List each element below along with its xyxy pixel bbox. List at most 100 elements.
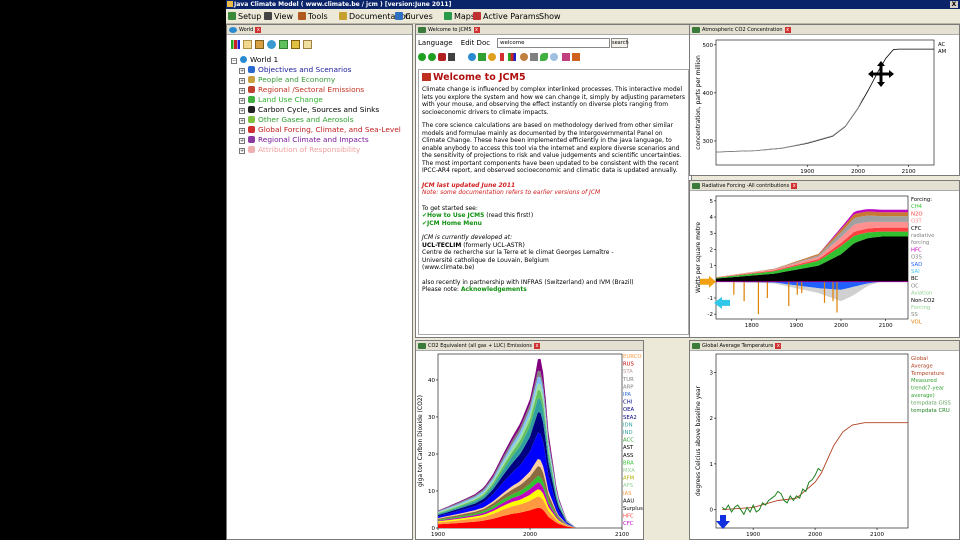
menu-setup[interactable]: Setup	[228, 9, 261, 24]
thermometer-icon[interactable]	[500, 53, 504, 61]
chart-doc-icon[interactable]	[478, 53, 486, 61]
language-menu[interactable]: Language	[418, 39, 453, 47]
expand-toggle[interactable]: +	[239, 78, 245, 84]
search-button[interactable]: search	[611, 38, 629, 48]
doc-panel-tab[interactable]: Welcome to JCM5 x	[416, 25, 691, 35]
co2-panel-tab[interactable]: Atmospheric CO2 Concentration x	[690, 25, 959, 35]
world-panel-tab[interactable]: World x	[227, 25, 412, 35]
legend-entry: Forcing	[911, 305, 930, 311]
tree-item-label: People and Economy	[258, 75, 336, 84]
y-tick-label: 5	[710, 199, 714, 205]
emissions-panel: CO2 Equivalent (all gas + LUC) Emissions…	[415, 340, 644, 540]
back-icon[interactable]	[418, 53, 426, 61]
bar-chart-icon[interactable]	[231, 40, 240, 49]
notes-icon[interactable]	[303, 40, 312, 49]
tree-item[interactable]: + Regional Climate and Impacts	[239, 135, 401, 145]
factory-icon[interactable]	[530, 53, 538, 61]
tree-item[interactable]: + Objectives and Scenarios	[239, 65, 401, 75]
expand-toggle[interactable]: +	[239, 148, 245, 154]
y-tick-label: 0	[710, 508, 714, 514]
radiative-forcing-chart[interactable]: -2-10123451800190020002100Watts per squa…	[690, 192, 960, 338]
x-tick-label: 2000	[808, 532, 822, 538]
expand-toggle[interactable]: +	[239, 88, 245, 94]
tree-item[interactable]: + Land Use Change	[239, 95, 401, 105]
close-icon[interactable]: x	[791, 183, 798, 189]
bar-doc-icon[interactable]	[508, 53, 516, 61]
collapse-toggle[interactable]: −	[231, 58, 237, 64]
forcing-panel-tab[interactable]: Radiative Forcing -All contributions x	[690, 181, 959, 191]
cloud-icon[interactable]	[550, 53, 558, 61]
legend-entry: MXA	[623, 468, 635, 474]
legend-entry: CFC	[623, 521, 634, 527]
tree-item[interactable]: + Carbon Cycle, Sources and Sinks	[239, 105, 401, 115]
stop-icon[interactable]	[438, 53, 446, 61]
globe-doc-icon[interactable]	[468, 53, 476, 61]
developer-line-3: Université catholique de Louvain, Belgiu…	[422, 256, 549, 264]
close-icon[interactable]: x	[255, 27, 262, 33]
legend-entry: ASS	[623, 453, 634, 459]
legend-entry: AAU	[623, 498, 634, 504]
expand-toggle[interactable]: +	[239, 98, 245, 104]
leaf-icon[interactable]	[540, 53, 548, 61]
expand-toggle[interactable]: +	[239, 138, 245, 144]
menu-tools[interactable]: Tools	[298, 9, 328, 24]
y-axis-label: degrees Celcius above baseline year	[695, 385, 702, 496]
menu-curves[interactable]: Curves	[395, 9, 433, 24]
tree-item[interactable]: + Global Forcing, Climate, and Sea-Level	[239, 125, 401, 135]
window-close-button[interactable]: X	[950, 1, 958, 8]
legend-entry: IPA	[623, 392, 631, 398]
settings-icon[interactable]	[291, 40, 300, 49]
flag-icon[interactable]	[572, 53, 580, 61]
tree-item[interactable]: + Attribution of Responsibility	[239, 145, 401, 155]
expand-toggle[interactable]: +	[239, 108, 245, 114]
home-menu-link[interactable]: ✔JCM Home Menu	[422, 220, 685, 228]
tree-item[interactable]: + Regional /Sectoral Emissions	[239, 85, 401, 95]
acknowledgements-link[interactable]: Acknowledgements	[461, 286, 527, 293]
grid-icon[interactable]	[279, 40, 288, 49]
menu-active-params[interactable]: Active Params	[473, 9, 540, 24]
menu-show[interactable]: Show	[539, 9, 561, 24]
globe-tool-icon[interactable]	[267, 40, 276, 49]
edit-doc-menu[interactable]: Edit Doc	[461, 39, 490, 47]
category-icon	[248, 106, 255, 113]
x-tick-label: 1900	[746, 532, 760, 538]
plot-frame	[715, 353, 909, 529]
category-icon	[248, 116, 255, 123]
menu-maps[interactable]: Maps	[444, 9, 475, 24]
emissions-chart[interactable]: 0102030401900 2000 2100giga ton Carbon Dio…	[416, 352, 644, 540]
co2-concentration-chart[interactable]: 300 400 500 1900 2000 2100 concentration, part…	[690, 36, 960, 176]
forward-icon[interactable]	[428, 53, 436, 61]
tree-item-label: Other Gases and Aerosols	[258, 115, 354, 124]
close-icon[interactable]: x	[784, 27, 791, 33]
tree-item-label: Regional Climate and Impacts	[258, 135, 369, 144]
close-icon[interactable]: x	[533, 343, 540, 349]
developer-intro: JCM is currently developed at:	[422, 234, 513, 241]
brush-icon[interactable]	[562, 53, 570, 61]
home-icon[interactable]	[448, 53, 455, 61]
expand-toggle[interactable]: +	[239, 128, 245, 134]
tree-item[interactable]: + Other Gases and Aerosols	[239, 115, 401, 125]
emissions-panel-tab[interactable]: CO2 Equivalent (all gas + LUC) Emissions…	[416, 341, 643, 351]
tree-root[interactable]: − World 1	[231, 55, 401, 65]
chart-icon	[418, 343, 426, 349]
pencil-icon[interactable]	[243, 40, 252, 49]
legend-entry: N2O	[911, 211, 923, 217]
legend-entry: IND	[623, 430, 633, 436]
tree-item-label: Attribution of Responsibility	[258, 145, 361, 154]
temperature-chart[interactable]: 0 1 2 3 1900 2000 2100 degrees Celcius above ba…	[690, 352, 960, 540]
expand-toggle[interactable]: +	[239, 68, 245, 74]
expand-toggle[interactable]: +	[239, 118, 245, 124]
pie-icon[interactable]	[488, 53, 496, 61]
how-to-use-link[interactable]: ✔How to Use JCM5 (read this first!)	[422, 212, 685, 220]
menu-view[interactable]: View	[264, 9, 293, 24]
book-icon[interactable]	[255, 40, 264, 49]
legend-entry: BRA	[623, 460, 634, 466]
people-icon[interactable]	[520, 53, 528, 61]
x-tick-label: 2100	[879, 323, 893, 329]
close-icon[interactable]: x	[473, 27, 480, 33]
category-icon	[248, 76, 255, 83]
tree-item[interactable]: + People and Economy	[239, 75, 401, 85]
close-icon[interactable]: x	[775, 343, 782, 349]
temperature-panel-tab[interactable]: Global Average Temperature x	[690, 341, 959, 351]
search-input[interactable]: welcome	[497, 38, 610, 48]
